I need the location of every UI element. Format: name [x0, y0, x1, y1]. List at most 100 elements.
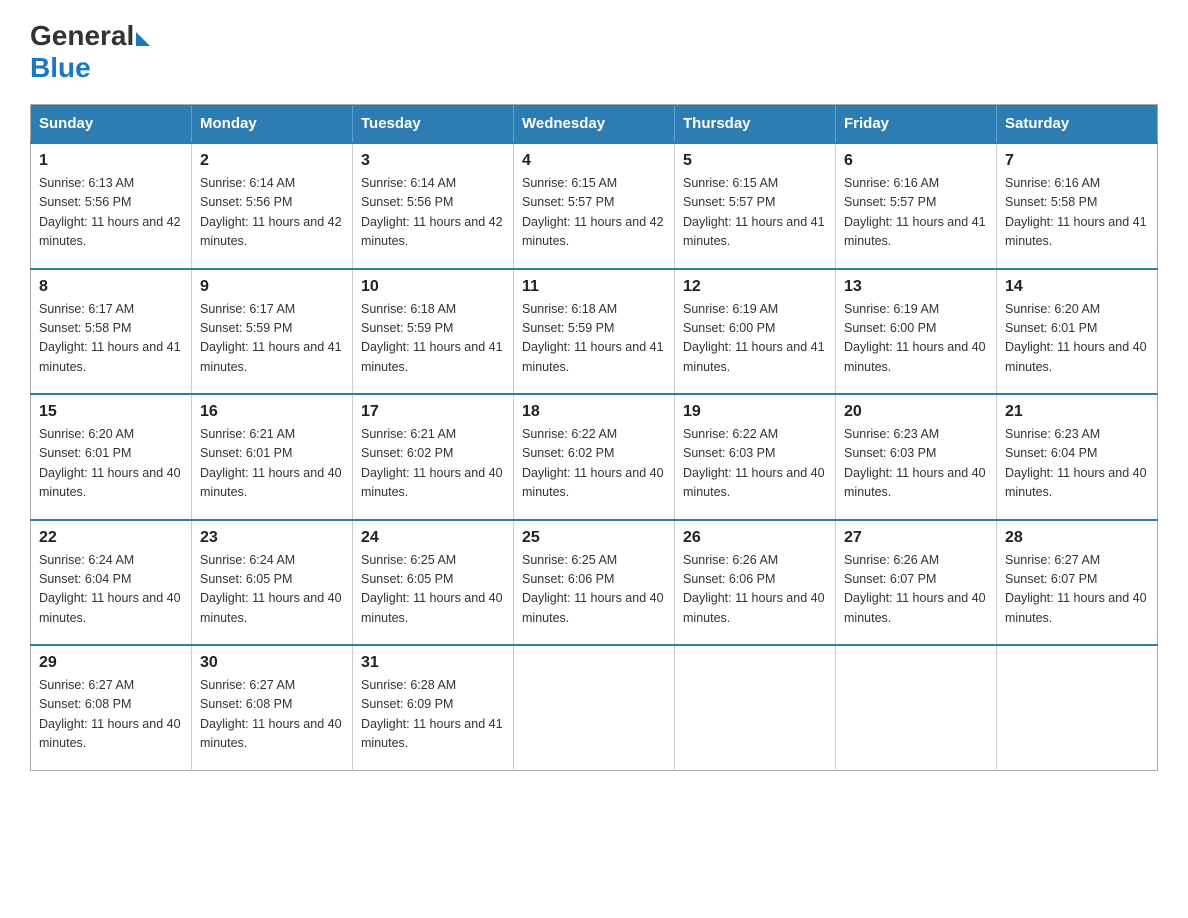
day-info: Sunrise: 6:14 AMSunset: 5:56 PMDaylight:…	[200, 174, 344, 252]
calendar-cell: 26 Sunrise: 6:26 AMSunset: 6:06 PMDayligh…	[675, 520, 836, 646]
calendar-week-row: 29 Sunrise: 6:27 AMSunset: 6:08 PMDayligh…	[31, 645, 1158, 770]
calendar-cell: 4 Sunrise: 6:15 AMSunset: 5:57 PMDaylight…	[514, 143, 675, 269]
calendar-week-row: 22 Sunrise: 6:24 AMSunset: 6:04 PMDayligh…	[31, 520, 1158, 646]
calendar-cell: 9 Sunrise: 6:17 AMSunset: 5:59 PMDaylight…	[192, 269, 353, 395]
calendar-cell: 28Sunrise: 6:27 AMSunset: 6:07 PMDayligh…	[997, 520, 1158, 646]
day-info: Sunrise: 6:17 AMSunset: 5:59 PMDaylight:…	[200, 300, 344, 378]
calendar-cell: 19 Sunrise: 6:22 AMSunset: 6:03 PMDayligh…	[675, 394, 836, 520]
calendar-cell	[675, 645, 836, 770]
day-number: 30	[200, 654, 344, 672]
calendar-table: Sunday Monday Tuesday Wednesday Thursday…	[30, 104, 1158, 771]
calendar-cell: 2 Sunrise: 6:14 AMSunset: 5:56 PMDaylight…	[192, 143, 353, 269]
day-number: 23	[200, 529, 344, 547]
calendar-cell: 30 Sunrise: 6:27 AMSunset: 6:08 PMDayligh…	[192, 645, 353, 770]
day-info: Sunrise: 6:24 AMSunset: 6:04 PMDaylight:…	[39, 551, 183, 629]
calendar-week-row: 8 Sunrise: 6:17 AMSunset: 5:58 PMDaylight…	[31, 269, 1158, 395]
day-info: Sunrise: 6:26 AMSunset: 6:06 PMDaylight:…	[683, 551, 827, 629]
calendar-cell: 21Sunrise: 6:23 AMSunset: 6:04 PMDayligh…	[997, 394, 1158, 520]
day-info: Sunrise: 6:17 AMSunset: 5:58 PMDaylight:…	[39, 300, 183, 378]
day-number: 5	[683, 152, 827, 170]
col-saturday: Saturday	[997, 105, 1158, 144]
calendar-cell	[997, 645, 1158, 770]
calendar-cell: 13 Sunrise: 6:19 AMSunset: 6:00 PMDayligh…	[836, 269, 997, 395]
day-number: 17	[361, 403, 505, 421]
calendar-cell: 16Sunrise: 6:21 AMSunset: 6:01 PMDayligh…	[192, 394, 353, 520]
day-info: Sunrise: 6:22 AMSunset: 6:02 PMDaylight:…	[522, 425, 666, 503]
day-number: 13	[844, 278, 988, 296]
calendar-cell: 18 Sunrise: 6:22 AMSunset: 6:02 PMDayligh…	[514, 394, 675, 520]
day-number: 9	[200, 278, 344, 296]
day-info: Sunrise: 6:18 AMSunset: 5:59 PMDaylight:…	[522, 300, 666, 378]
calendar-cell: 29 Sunrise: 6:27 AMSunset: 6:08 PMDayligh…	[31, 645, 192, 770]
day-info: Sunrise: 6:28 AMSunset: 6:09 PMDaylight:…	[361, 676, 505, 754]
calendar-cell: 11 Sunrise: 6:18 AMSunset: 5:59 PMDayligh…	[514, 269, 675, 395]
page-header: General Blue	[30, 20, 1158, 84]
calendar-cell: 15 Sunrise: 6:20 AMSunset: 6:01 PMDayligh…	[31, 394, 192, 520]
day-number: 16	[200, 403, 344, 421]
day-info: Sunrise: 6:15 AMSunset: 5:57 PMDaylight:…	[522, 174, 666, 252]
col-friday: Friday	[836, 105, 997, 144]
day-info: Sunrise: 6:21 AMSunset: 6:02 PMDaylight:…	[361, 425, 505, 503]
calendar-week-row: 15 Sunrise: 6:20 AMSunset: 6:01 PMDayligh…	[31, 394, 1158, 520]
calendar-cell: 20 Sunrise: 6:23 AMSunset: 6:03 PMDayligh…	[836, 394, 997, 520]
day-info: Sunrise: 6:19 AMSunset: 6:00 PMDaylight:…	[683, 300, 827, 378]
logo-general-text: General	[30, 20, 134, 52]
day-info: Sunrise: 6:19 AMSunset: 6:00 PMDaylight:…	[844, 300, 988, 378]
calendar-cell: 17 Sunrise: 6:21 AMSunset: 6:02 PMDayligh…	[353, 394, 514, 520]
day-info: Sunrise: 6:24 AMSunset: 6:05 PMDaylight:…	[200, 551, 344, 629]
day-number: 24	[361, 529, 505, 547]
day-info: Sunrise: 6:22 AMSunset: 6:03 PMDaylight:…	[683, 425, 827, 503]
day-number: 27	[844, 529, 988, 547]
day-number: 20	[844, 403, 988, 421]
day-info: Sunrise: 6:23 AMSunset: 6:03 PMDaylight:…	[844, 425, 988, 503]
calendar-cell: 27 Sunrise: 6:26 AMSunset: 6:07 PMDayligh…	[836, 520, 997, 646]
calendar-week-row: 1Sunrise: 6:13 AMSunset: 5:56 PMDaylight…	[31, 143, 1158, 269]
day-number: 15	[39, 403, 183, 421]
calendar-cell: 31Sunrise: 6:28 AMSunset: 6:09 PMDayligh…	[353, 645, 514, 770]
day-number: 4	[522, 152, 666, 170]
day-info: Sunrise: 6:25 AMSunset: 6:06 PMDaylight:…	[522, 551, 666, 629]
day-number: 6	[844, 152, 988, 170]
day-number: 26	[683, 529, 827, 547]
calendar-cell	[514, 645, 675, 770]
day-number: 3	[361, 152, 505, 170]
day-info: Sunrise: 6:27 AMSunset: 6:07 PMDaylight:…	[1005, 551, 1149, 629]
day-number: 2	[200, 152, 344, 170]
day-number: 18	[522, 403, 666, 421]
logo-blue-text: Blue	[30, 52, 150, 84]
col-wednesday: Wednesday	[514, 105, 675, 144]
day-number: 7	[1005, 152, 1149, 170]
calendar-cell: 22 Sunrise: 6:24 AMSunset: 6:04 PMDayligh…	[31, 520, 192, 646]
calendar-cell: 3Sunrise: 6:14 AMSunset: 5:56 PMDaylight…	[353, 143, 514, 269]
calendar-cell: 10Sunrise: 6:18 AMSunset: 5:59 PMDayligh…	[353, 269, 514, 395]
calendar-cell: 12 Sunrise: 6:19 AMSunset: 6:00 PMDayligh…	[675, 269, 836, 395]
day-info: Sunrise: 6:15 AMSunset: 5:57 PMDaylight:…	[683, 174, 827, 252]
day-info: Sunrise: 6:18 AMSunset: 5:59 PMDaylight:…	[361, 300, 505, 378]
calendar-cell	[836, 645, 997, 770]
day-info: Sunrise: 6:16 AMSunset: 5:58 PMDaylight:…	[1005, 174, 1149, 252]
col-sunday: Sunday	[31, 105, 192, 144]
day-info: Sunrise: 6:20 AMSunset: 6:01 PMDaylight:…	[1005, 300, 1149, 378]
calendar-cell: 25Sunrise: 6:25 AMSunset: 6:06 PMDayligh…	[514, 520, 675, 646]
calendar-cell: 14Sunrise: 6:20 AMSunset: 6:01 PMDayligh…	[997, 269, 1158, 395]
day-number: 11	[522, 278, 666, 296]
day-info: Sunrise: 6:20 AMSunset: 6:01 PMDaylight:…	[39, 425, 183, 503]
col-tuesday: Tuesday	[353, 105, 514, 144]
calendar-cell: 7 Sunrise: 6:16 AMSunset: 5:58 PMDaylight…	[997, 143, 1158, 269]
day-number: 12	[683, 278, 827, 296]
day-number: 19	[683, 403, 827, 421]
day-info: Sunrise: 6:16 AMSunset: 5:57 PMDaylight:…	[844, 174, 988, 252]
day-info: Sunrise: 6:26 AMSunset: 6:07 PMDaylight:…	[844, 551, 988, 629]
col-thursday: Thursday	[675, 105, 836, 144]
logo-arrow-icon	[136, 32, 150, 46]
calendar-cell: 6 Sunrise: 6:16 AMSunset: 5:57 PMDaylight…	[836, 143, 997, 269]
day-number: 22	[39, 529, 183, 547]
day-info: Sunrise: 6:23 AMSunset: 6:04 PMDaylight:…	[1005, 425, 1149, 503]
day-number: 29	[39, 654, 183, 672]
day-info: Sunrise: 6:27 AMSunset: 6:08 PMDaylight:…	[39, 676, 183, 754]
calendar-cell: 24 Sunrise: 6:25 AMSunset: 6:05 PMDayligh…	[353, 520, 514, 646]
day-number: 8	[39, 278, 183, 296]
day-info: Sunrise: 6:27 AMSunset: 6:08 PMDaylight:…	[200, 676, 344, 754]
col-monday: Monday	[192, 105, 353, 144]
day-info: Sunrise: 6:25 AMSunset: 6:05 PMDaylight:…	[361, 551, 505, 629]
